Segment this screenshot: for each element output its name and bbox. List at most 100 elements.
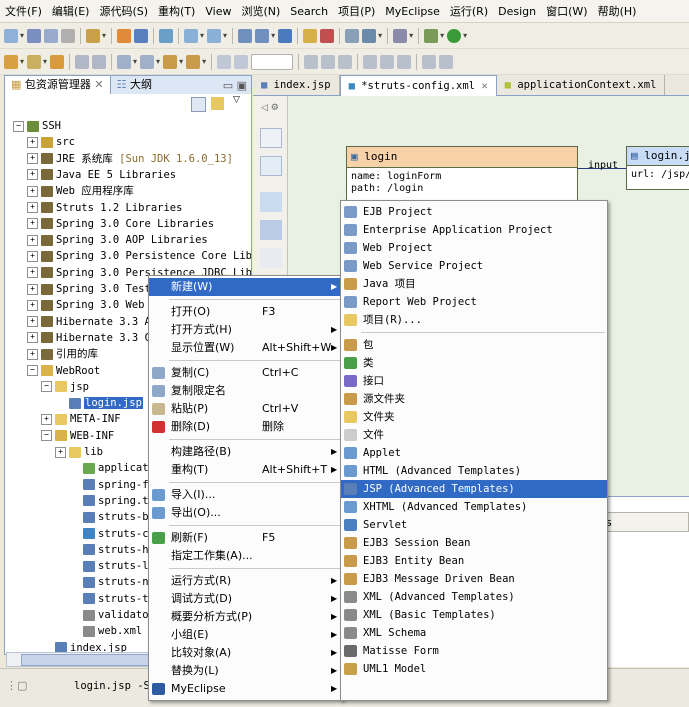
align-center-icon[interactable] [321, 54, 336, 69]
grid-icon[interactable] [234, 54, 249, 69]
tree-item[interactable]: + Java EE 5 Libraries [27, 167, 176, 183]
menu-item[interactable]: 概要分析方式(P) ▶ [149, 608, 342, 626]
tree-item[interactable]: + Spring 3.0 AOP Libraries [27, 232, 208, 248]
tree-item[interactable]: + META-INF [41, 411, 121, 427]
save-all-icon[interactable] [44, 28, 59, 43]
tree-item[interactable]: web.xml [69, 623, 142, 639]
editor-tab-0[interactable]: ■ index.jsp [253, 75, 340, 95]
editor-tab-2[interactable]: ■ applicationContext.xml [497, 75, 666, 95]
menu-item[interactable]: UML1 Model [341, 660, 607, 678]
tree-item[interactable]: + Spring 3.0 Persistence Core Libra [27, 248, 251, 264]
menu-item[interactable]: Matisse Form [341, 642, 607, 660]
menu-8[interactable]: MyEclipse [380, 5, 445, 18]
menu-item[interactable]: 打开(O) F3 [149, 303, 342, 321]
check-icon[interactable] [217, 54, 232, 69]
match-height-icon[interactable] [439, 54, 454, 69]
settings-icon[interactable] [362, 28, 377, 43]
menu-3[interactable]: 重构(T) [153, 3, 200, 19]
menu-item[interactable]: 运行方式(R) ▶ [149, 572, 342, 590]
expand-icon[interactable]: + [27, 136, 38, 148]
tree-item[interactable]: − WebRoot [27, 363, 100, 379]
menu-2[interactable]: 源代码(S) [94, 3, 153, 19]
tree-item[interactable]: struts-l [69, 558, 149, 574]
new-icon[interactable] [4, 28, 18, 43]
tree-item[interactable]: + JRE 系统库 [Sun JDK 1.6.0_13] [27, 151, 233, 167]
menu-item[interactable]: HTML (Advanced Templates) [341, 462, 607, 480]
expand-icon[interactable]: + [41, 413, 52, 425]
tree-item[interactable]: + Spring 3.0 Test [27, 281, 151, 297]
menu-item[interactable]: Web Service Project [341, 257, 607, 275]
expand-icon[interactable]: + [27, 316, 38, 328]
menu-item[interactable]: 比较对象(A) ▶ [149, 644, 342, 662]
tree-item[interactable]: + Struts 1.2 Libraries [27, 200, 182, 216]
expand-icon[interactable]: + [27, 250, 38, 262]
tree-item[interactable]: + Spring 3.0 Core Libraries [27, 216, 214, 232]
menu-item[interactable]: XML Schema [341, 624, 607, 642]
menu-item[interactable]: 包 [341, 336, 607, 354]
server-icon[interactable] [134, 28, 149, 43]
menu-item[interactable]: 导出(O)... [149, 504, 342, 522]
tree-item[interactable]: + Spring 3.0 Web [27, 297, 145, 313]
view-menu-icon[interactable]: ▽ [233, 95, 240, 105]
menu-item[interactable]: 刷新(F) F5 [149, 529, 342, 547]
minimize-icon[interactable]: ▭ [223, 79, 233, 92]
align-right-icon[interactable] [338, 54, 353, 69]
menu-item[interactable]: Applet [341, 444, 607, 462]
menu-item[interactable]: EJB3 Entity Bean [341, 552, 607, 570]
align-bottom-icon[interactable] [397, 54, 412, 69]
menu-item[interactable]: 重构(T) Alt+Shift+T ▶ [149, 461, 342, 479]
menu-10[interactable]: Design [493, 5, 541, 18]
menu-item[interactable]: XML (Advanced Templates) [341, 588, 607, 606]
tree-item[interactable]: + Hibernate 3.3 A [27, 314, 151, 330]
open-type-icon[interactable] [303, 28, 318, 43]
menu-item[interactable]: Report Web Project [341, 293, 607, 311]
menu-item[interactable]: XHTML (Advanced Templates) [341, 498, 607, 516]
menu-item[interactable]: 复制(C) Ctrl+C [149, 364, 342, 382]
folder-icon[interactable] [50, 54, 65, 69]
connection-tool-icon[interactable] [260, 248, 282, 268]
tab-package-explorer[interactable]: ▦ 包资源管理器 ✕ [5, 76, 111, 94]
menu-item[interactable]: Servlet [341, 516, 607, 534]
menu-item[interactable]: MyEclipse ▶ [149, 680, 342, 698]
expand-icon[interactable]: + [27, 267, 38, 279]
expand-icon[interactable]: + [27, 348, 38, 360]
menu-item[interactable]: 文件 [341, 426, 607, 444]
close-icon[interactable]: ✕ [94, 78, 103, 91]
collapse-all-icon[interactable] [191, 97, 206, 112]
marquee-tool-icon[interactable] [260, 156, 282, 176]
menu-item[interactable]: 接口 [341, 372, 607, 390]
edit-icon[interactable] [27, 54, 42, 69]
jsp-node[interactable]: ▤ login.j url: /jsp/l [626, 146, 689, 190]
menu-item[interactable]: 指定工作集(A)... [149, 547, 342, 565]
expand-icon[interactable]: + [27, 185, 38, 197]
new-project-icon[interactable] [86, 28, 101, 43]
layout-icon[interactable] [75, 54, 90, 69]
tree-item[interactable]: spring-f [69, 477, 149, 493]
match-width-icon[interactable] [422, 54, 437, 69]
tree-item[interactable]: + 引用的库 [27, 346, 98, 362]
menu-item[interactable]: 文件夹 [341, 408, 607, 426]
tree-item[interactable]: − WEB-INF [41, 428, 114, 444]
run-icon[interactable] [447, 28, 462, 43]
tree-item[interactable]: + src [27, 134, 75, 150]
menu-item[interactable]: 类 [341, 354, 607, 372]
menu-item[interactable]: 新建(W) ▶ [149, 278, 342, 296]
expand-icon[interactable]: + [27, 299, 38, 311]
menu-item[interactable]: 粘贴(P) Ctrl+V [149, 400, 342, 418]
tree-item[interactable]: + lib [55, 444, 103, 460]
menu-item[interactable]: 源文件夹 [341, 390, 607, 408]
menu-item[interactable]: 复制限定名 [149, 382, 342, 400]
new-service-icon[interactable] [207, 28, 222, 43]
menu-12[interactable]: 帮助(H) [593, 3, 642, 19]
menu-1[interactable]: 编辑(E) [47, 3, 95, 19]
expand-icon[interactable]: + [55, 446, 66, 458]
tree-item[interactable]: struts-b [69, 509, 149, 525]
next-annotation-icon[interactable] [117, 54, 132, 69]
align-top-icon[interactable] [363, 54, 378, 69]
dropdown-icon[interactable]: ▾ [20, 31, 24, 40]
collapse-icon[interactable]: − [41, 430, 52, 442]
tree-item[interactable]: struts-c [69, 526, 149, 542]
editor-tab-1[interactable]: ■ *struts-config.xml ✕ [339, 75, 497, 96]
menu-item[interactable]: EJB3 Message Driven Bean [341, 570, 607, 588]
expand-icon[interactable]: + [27, 332, 38, 344]
